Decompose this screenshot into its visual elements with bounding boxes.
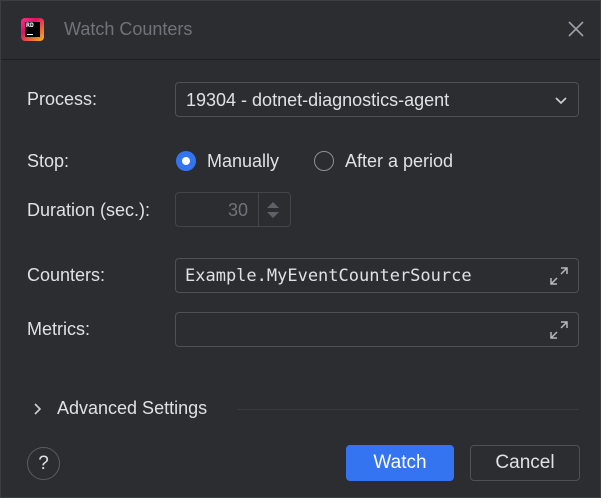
window-title: Watch Counters: [64, 19, 193, 39]
metrics-label: Metrics:: [27, 319, 90, 339]
expand-icon[interactable]: [549, 266, 569, 286]
spinner-divider: [258, 193, 259, 226]
chevron-down-icon: [554, 94, 568, 112]
counters-field-value: Example.MyEventCounterSource: [185, 266, 472, 286]
stop-label: Stop:: [27, 151, 70, 171]
counters-field[interactable]: Example.MyEventCounterSource: [175, 258, 579, 293]
counters-label: Counters:: [27, 265, 106, 285]
help-button[interactable]: ?: [27, 447, 60, 480]
title-bar: RD Watch Counters: [1, 1, 600, 60]
process-select-value: 19304 - dotnet-diagnostics-agent: [186, 90, 450, 110]
advanced-settings-label: Advanced Settings: [57, 398, 208, 418]
expand-icon[interactable]: [549, 320, 569, 340]
stop-after-period-radio[interactable]: [314, 151, 334, 171]
duration-value: 30: [227, 200, 248, 220]
advanced-settings-divider: [237, 409, 579, 410]
close-icon[interactable]: [564, 17, 588, 41]
watch-button[interactable]: Watch: [346, 445, 454, 481]
duration-label: Duration (sec.):: [27, 200, 151, 220]
process-label: Process:: [27, 89, 98, 109]
stop-manually-label[interactable]: Manually: [207, 151, 279, 172]
duration-spinner[interactable]: 30: [175, 192, 291, 227]
process-select[interactable]: 19304 - dotnet-diagnostics-agent: [175, 82, 579, 117]
watch-counters-dialog: RD Watch Counters Process: 19304 - dotne…: [0, 0, 601, 498]
stop-after-period-label[interactable]: After a period: [345, 151, 453, 172]
metrics-field[interactable]: [175, 312, 579, 347]
rider-logo-icon: RD: [21, 18, 44, 41]
chevron-right-icon: [31, 401, 45, 422]
stop-manually-radio[interactable]: [176, 151, 196, 171]
cancel-button[interactable]: Cancel: [470, 445, 580, 481]
spinner-arrows-icon[interactable]: [261, 198, 285, 227]
